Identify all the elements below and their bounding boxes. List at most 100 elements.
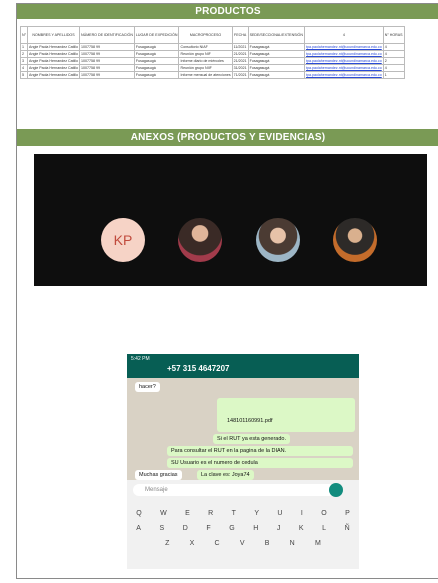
keyboard-key[interactable]: H — [253, 525, 258, 532]
table-cell[interactable]: tpa.paolahernandez.nt@ucundinamarca.edu.… — [303, 57, 384, 65]
table-cell: Reunión grupo NIF — [178, 50, 233, 58]
table-cell: Fusagasugá — [247, 50, 305, 58]
table-cell: 5 — [19, 71, 29, 79]
message-out: Para consultar el RUT en la pagina de la… — [167, 446, 353, 456]
table-cell: Fusagasugá — [133, 43, 180, 51]
keyboard-key[interactable]: N — [290, 540, 295, 547]
table-cell: 1007758 99 — [79, 71, 135, 79]
keyboard-key[interactable]: X — [190, 540, 195, 547]
table-cell: 4 — [382, 43, 405, 51]
table-cell: Angie Paola Hernandez Catillo — [27, 50, 80, 58]
annexes-header: ANEXOS (PRODUCTOS Y EVIDENCIAS) — [17, 129, 438, 146]
table-cell: 1 — [382, 71, 405, 79]
keyboard-key[interactable]: F — [206, 525, 210, 532]
table-cell: 1 — [19, 43, 29, 51]
table-row: 1 Angie Paola Hernandez Catillo 1007758 99… — [19, 43, 405, 51]
column-header: N° — [19, 26, 29, 44]
keyboard-key[interactable]: L — [322, 525, 326, 532]
table-cell: Informe diario de miércoles — [178, 57, 233, 65]
table-cell: Angie Paola Hernandez Catillo — [27, 57, 80, 65]
keyboard-key[interactable]: V — [240, 540, 245, 547]
keyboard-key[interactable]: D — [183, 525, 188, 532]
table-cell: Informe mensual de atenciones — [178, 71, 233, 79]
table-cell: 1007758 99 — [79, 64, 135, 72]
whatsapp-header: 5:42 PM +57 315 4647207 — [127, 354, 359, 378]
video-call-screenshot: KP — [34, 154, 427, 286]
table-cell: 3 — [19, 57, 29, 65]
table-cell[interactable]: tpa.paolahernandez.nt@ucundinamarca.edu.… — [303, 43, 384, 51]
column-header: FECHA — [231, 26, 249, 44]
keyboard-key[interactable]: U — [277, 510, 282, 517]
column-header: LUGAR DE EXPEDICIÓN — [133, 26, 180, 44]
file-name: 148101160991.pdf — [227, 418, 273, 424]
keyboard-key[interactable]: G — [229, 525, 234, 532]
contact-phone: +57 315 4647207 — [167, 364, 230, 373]
keyboard-key[interactable]: S — [160, 525, 165, 532]
message-in: Muchas gracias — [135, 470, 182, 480]
table-cell: 31/2021 — [231, 64, 249, 72]
table-header-row: N° NOMBRES Y APELLIDOS NÚMERO DE IDENTIFIC… — [19, 26, 405, 44]
keyboard-key[interactable]: C — [215, 540, 220, 547]
products-table: N° NOMBRES Y APELLIDOS NÚMERO DE IDENTIFIC… — [19, 26, 405, 79]
table-cell: Fusagasugá — [133, 71, 180, 79]
keyboard-key[interactable]: K — [299, 525, 304, 532]
keyboard-key[interactable]: Z — [165, 540, 169, 547]
keyboard-key[interactable]: A — [136, 525, 141, 532]
table-cell[interactable]: tpa.paolahernandez.nt@ucundinamarca.edu.… — [303, 50, 384, 58]
keyboard-row: ASDFGHJKLÑ — [127, 525, 359, 532]
keyboard-key[interactable]: M — [315, 540, 321, 547]
table-cell: Fusagasugá — [247, 64, 305, 72]
message-out: Si el RUT ya esta generado. — [213, 434, 290, 444]
table-row: 5 Angie Paola Hernandez Catillo 1007758 99… — [19, 71, 405, 79]
table-cell: Fusagasugá — [247, 57, 305, 65]
participant-avatar: KP — [101, 218, 145, 262]
keyboard-key[interactable]: I — [301, 510, 303, 517]
table-cell[interactable]: tpa.paolahernandez.nt@ucundinamarca.edu.… — [303, 64, 384, 72]
participant-photo — [333, 218, 377, 262]
column-header: SEDE/SECCIONAL/EXTENSIÓN — [247, 26, 305, 44]
message-out: SU Usuario es el numero de cedula — [167, 458, 353, 468]
message-input[interactable]: Mensaje — [133, 484, 335, 496]
column-header: NÚMERO DE IDENTIFICACIÓN — [79, 26, 135, 44]
participant-photo — [178, 218, 222, 262]
keyboard-key[interactable]: W — [160, 510, 167, 517]
column-header: N° HORAS — [382, 26, 405, 44]
keyboard-key[interactable]: O — [321, 510, 326, 517]
keyboard-row: ZXCVBNM — [127, 540, 359, 547]
keyboard-key[interactable]: J — [277, 525, 281, 532]
pdf-attachment: 148101160991.pdf — [217, 398, 355, 432]
message-in: hacer? — [135, 382, 160, 392]
document-page: PRODUCTOS N° NOMBRES Y APELLIDOS NÚMERO DE… — [16, 3, 438, 579]
message-out: La clave es: Joya74 — [197, 470, 254, 480]
voice-button[interactable] — [329, 483, 343, 497]
table-cell: 1007758 99 — [79, 43, 135, 51]
table-cell: 11/2021 — [231, 43, 249, 51]
keyboard-key[interactable]: E — [185, 510, 190, 517]
table-row: 3 Angie Paola Hernandez Catillo 1007758 99… — [19, 57, 405, 65]
keyboard-key[interactable]: Q — [136, 510, 141, 517]
table-row: 4 Angie Paola Hernandez Catillo 1007758 99… — [19, 64, 405, 72]
table-cell[interactable]: tpa.paolahernandez.nt@ucundinamarca.edu.… — [303, 71, 384, 79]
column-header: MACROPROCESO — [178, 26, 233, 44]
table-cell: Consultorio NIAF — [178, 43, 233, 51]
keyboard-key[interactable]: T — [232, 510, 236, 517]
products-header: PRODUCTOS — [17, 4, 438, 19]
participant-photo — [256, 218, 300, 262]
keyboard-key[interactable]: P — [345, 510, 350, 517]
keyboard-key[interactable]: B — [265, 540, 270, 547]
table-cell: Fusagasugá — [133, 64, 180, 72]
table-cell: Fusagasugá — [247, 43, 305, 51]
table-cell: 2 — [19, 50, 29, 58]
keyboard-key[interactable]: Y — [254, 510, 259, 517]
table-cell: 2 — [382, 57, 405, 65]
keyboard-key[interactable]: Ñ — [345, 525, 350, 532]
table-cell: Angie Paola Hernandez Catillo — [27, 71, 80, 79]
table-cell: Angie Paola Hernandez Catillo — [27, 43, 80, 51]
table-cell: Angie Paola Hernandez Catillo — [27, 64, 80, 72]
table-cell: 4 — [19, 64, 29, 72]
table-cell: 21/2021 — [231, 57, 249, 65]
keyboard-key[interactable]: R — [208, 510, 213, 517]
column-header: NOMBRES Y APELLIDOS — [27, 26, 80, 44]
table-cell: Reunión grupo NIIF — [178, 64, 233, 72]
table-cell: 4 — [382, 50, 405, 58]
